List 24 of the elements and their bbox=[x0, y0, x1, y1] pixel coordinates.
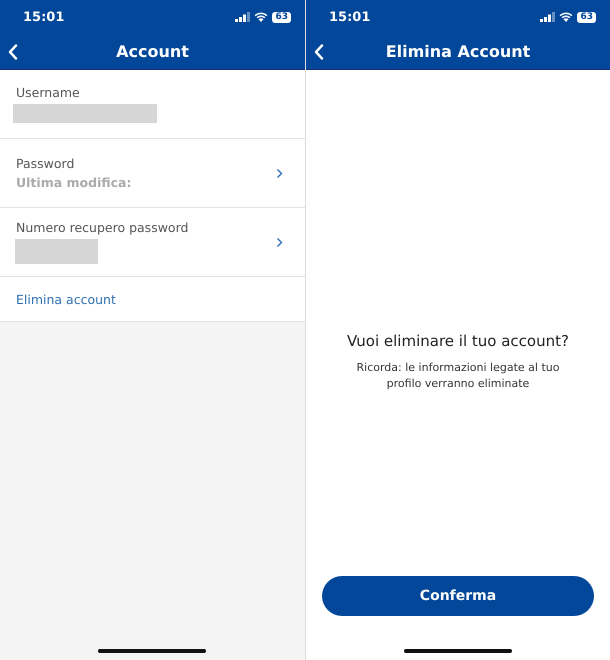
battery-level: 63 bbox=[272, 12, 291, 22]
row-label: Username bbox=[16, 85, 81, 100]
row-label: Numero recupero password bbox=[16, 220, 188, 235]
delete-account-link[interactable]: Elimina account bbox=[16, 292, 116, 306]
dialog-message: Ricorda: le informazioni legate al tuo profilo verranno eliminate bbox=[356, 360, 560, 392]
screen-title: Elimina Account bbox=[386, 42, 530, 61]
row-detail: Ultima modifica: bbox=[16, 175, 132, 190]
signal-icon bbox=[540, 12, 556, 22]
wifi-icon bbox=[254, 12, 268, 22]
screen-title: Account bbox=[116, 42, 189, 61]
row-label: Password bbox=[16, 156, 76, 171]
dialog-heading: Vuoi eliminare il tuo account? bbox=[347, 332, 569, 350]
account-row[interactable]: Username bbox=[0, 70, 305, 139]
confirm-button[interactable]: Conferma bbox=[322, 576, 594, 616]
back-icon[interactable] bbox=[8, 44, 18, 60]
wifi-icon bbox=[559, 12, 574, 22]
battery-level: 63 bbox=[577, 12, 596, 22]
back-icon[interactable] bbox=[314, 44, 324, 60]
clock-time: 15:01 bbox=[23, 10, 64, 24]
chevron-icon bbox=[276, 168, 283, 178]
chevron-icon bbox=[276, 236, 283, 248]
clock-time: 15:01 bbox=[329, 10, 370, 24]
signal-icon bbox=[235, 12, 250, 22]
account-row[interactable]: Numero recupero password bbox=[0, 208, 305, 277]
